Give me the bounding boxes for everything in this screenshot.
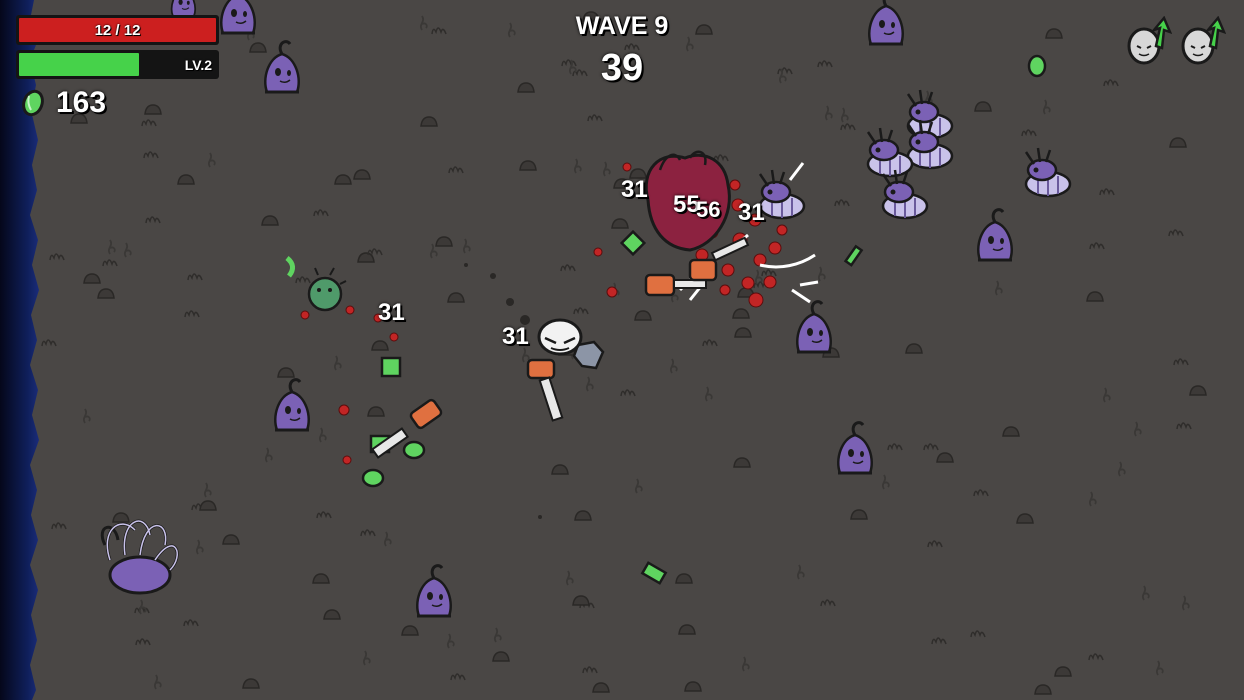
ground-tuft	[492, 651, 510, 662]
wave-timer: 39	[600, 47, 644, 89]
damage-number: 31	[502, 323, 529, 350]
ground-tuft	[435, 236, 453, 247]
ground-tuft	[353, 169, 371, 180]
ground-tuft	[592, 682, 610, 693]
ground-tuft	[732, 308, 750, 319]
ground-tuft	[905, 343, 923, 354]
ground-tuft	[684, 681, 702, 692]
ground-tuft	[420, 116, 438, 127]
ground-tuft	[1002, 426, 1020, 437]
wave-label: WAVE 9	[575, 12, 669, 40]
ground-tuft	[83, 273, 101, 284]
damage-number: 31	[738, 199, 765, 226]
ground-tuft	[551, 464, 569, 475]
ground-tuft	[199, 500, 217, 511]
ground-tuft	[401, 625, 419, 636]
ground-tuft	[1034, 684, 1052, 695]
level-up-upgrade-icon	[1181, 16, 1226, 65]
ground-tuft	[936, 452, 954, 463]
pending-upgrades	[1126, 16, 1226, 66]
ground-tuft	[734, 327, 752, 338]
ground	[0, 0, 1244, 700]
ground-tuft	[850, 509, 868, 520]
ground-tuft	[974, 101, 992, 112]
game-screen: 31 55 56 31 31 31 12 / 12 LV.2 163 WAVE …	[0, 0, 1244, 700]
arena	[0, 0, 1244, 700]
ground-tuft	[678, 624, 696, 635]
materials-count: 163	[56, 86, 107, 119]
ground-tuft	[334, 174, 352, 185]
level-up-upgrade-icon	[1127, 16, 1172, 65]
ground-tuft	[177, 174, 195, 185]
ground-tuft	[222, 534, 240, 545]
ground-tuft	[367, 406, 385, 417]
ground-tuft	[675, 573, 693, 584]
damage-number: 31	[378, 299, 405, 326]
damage-number: 56	[696, 197, 721, 222]
ground-tuft	[1189, 385, 1207, 396]
ground-tuft	[519, 160, 537, 171]
ground-tuft	[1016, 513, 1034, 524]
material-drop	[361, 468, 385, 488]
ground-tuft	[357, 252, 375, 263]
ground-tuft	[574, 510, 592, 521]
ground-tuft	[144, 104, 162, 115]
ground-tuft	[277, 367, 295, 378]
ground-tuft	[572, 595, 590, 606]
ground-tuft	[323, 609, 341, 620]
material-drop	[380, 356, 402, 378]
ground-tuft	[733, 457, 751, 468]
ground-tuft	[261, 215, 279, 226]
material-drop	[402, 440, 426, 460]
ground-tuft	[97, 288, 115, 299]
ground-tuft	[634, 310, 652, 321]
ground-tuft	[447, 292, 465, 303]
material-icon	[22, 89, 44, 117]
ground-tuft	[611, 218, 629, 229]
ground-tuft	[1054, 666, 1072, 677]
ground-tuft	[1169, 137, 1187, 148]
ground-tuft	[242, 678, 260, 689]
ground-tuft	[112, 512, 130, 523]
ground-tuft	[312, 573, 330, 584]
player-character	[537, 318, 583, 356]
ground-tuft	[1086, 291, 1104, 302]
materials-counter: 163	[20, 86, 106, 120]
damage-number: 31	[621, 176, 648, 203]
ground-tuft	[371, 340, 389, 351]
